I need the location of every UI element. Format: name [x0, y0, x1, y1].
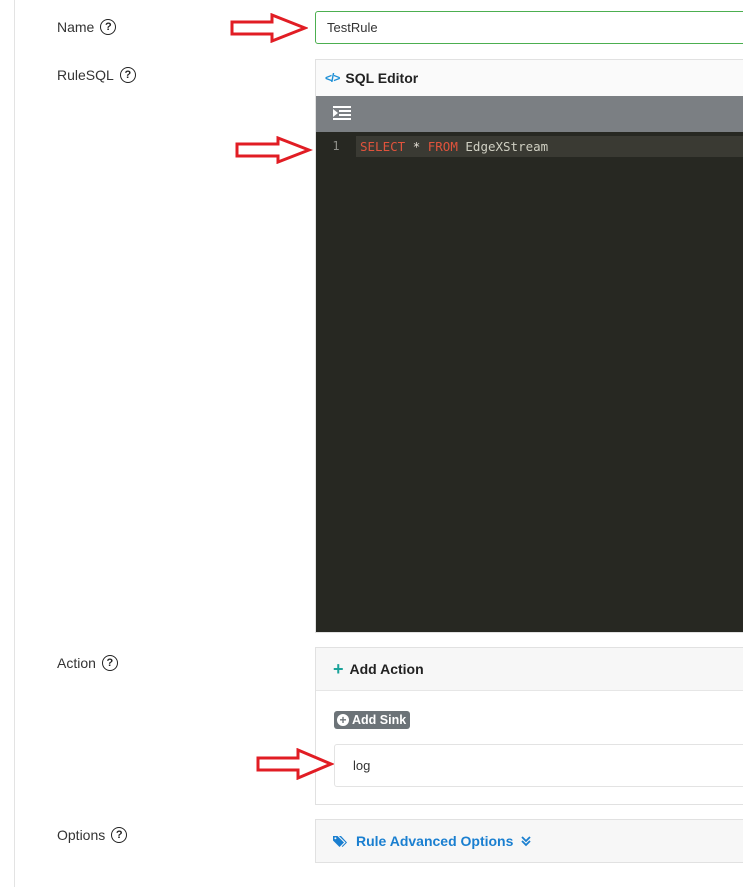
sql-editor-title: SQL Editor	[345, 70, 419, 86]
plus-icon: +	[333, 659, 344, 679]
code-line[interactable]: 1 SELECT * FROM EdgeXStream	[316, 136, 743, 157]
indent-icon[interactable]	[333, 106, 351, 121]
annotation-arrow	[256, 748, 334, 780]
add-action-button[interactable]: + Add Action	[316, 648, 743, 691]
tags-icon	[333, 835, 347, 847]
add-action-label: Add Action	[349, 661, 424, 677]
sql-editor-header: </> SQL Editor	[316, 60, 743, 96]
code-editor-area[interactable]: 1 SELECT * FROM EdgeXStream	[316, 132, 743, 632]
action-panel: + Add Action + Add Sink log	[315, 647, 743, 805]
sql-editor-panel: </> SQL Editor 1 SELECT * FROM EdgeXStre…	[315, 59, 743, 633]
help-icon[interactable]: ?	[111, 827, 128, 843]
left-divider	[14, 0, 15, 887]
options-label: Options ?	[57, 827, 128, 843]
options-label-text: Options	[57, 827, 106, 843]
help-icon[interactable]: ?	[119, 67, 136, 83]
rulesql-label-text: RuleSQL	[57, 67, 114, 83]
rule-advanced-options-toggle[interactable]: Rule Advanced Options	[315, 819, 743, 863]
action-label-text: Action	[57, 655, 96, 671]
name-label-text: Name	[57, 19, 95, 35]
annotation-arrow	[235, 136, 313, 164]
code-icon: </>	[325, 71, 340, 85]
sink-item-log[interactable]: log	[334, 744, 743, 787]
name-label: Name ?	[57, 19, 117, 35]
sql-identifier: EdgeXStream	[465, 139, 549, 154]
double-chevron-down-icon	[521, 836, 532, 847]
annotation-arrow	[230, 13, 308, 43]
plus-circle-icon: +	[337, 714, 349, 726]
add-sink-button[interactable]: + Add Sink	[334, 711, 411, 729]
rule-advanced-options-label: Rule Advanced Options	[356, 833, 514, 849]
sql-keyword: FROM	[427, 139, 458, 154]
action-label: Action ?	[57, 655, 118, 671]
line-number: 1	[332, 139, 340, 153]
help-icon[interactable]: ?	[100, 19, 117, 35]
sql-editor-toolbar	[316, 96, 743, 132]
help-icon[interactable]: ?	[101, 655, 118, 671]
rule-name-input[interactable]	[315, 11, 743, 44]
add-sink-label: Add Sink	[352, 713, 407, 727]
code-text: SELECT * FROM EdgeXStream	[360, 136, 548, 157]
rulesql-label: RuleSQL ?	[57, 67, 136, 83]
sql-keyword: SELECT	[360, 139, 406, 154]
sql-operator: *	[412, 139, 421, 154]
